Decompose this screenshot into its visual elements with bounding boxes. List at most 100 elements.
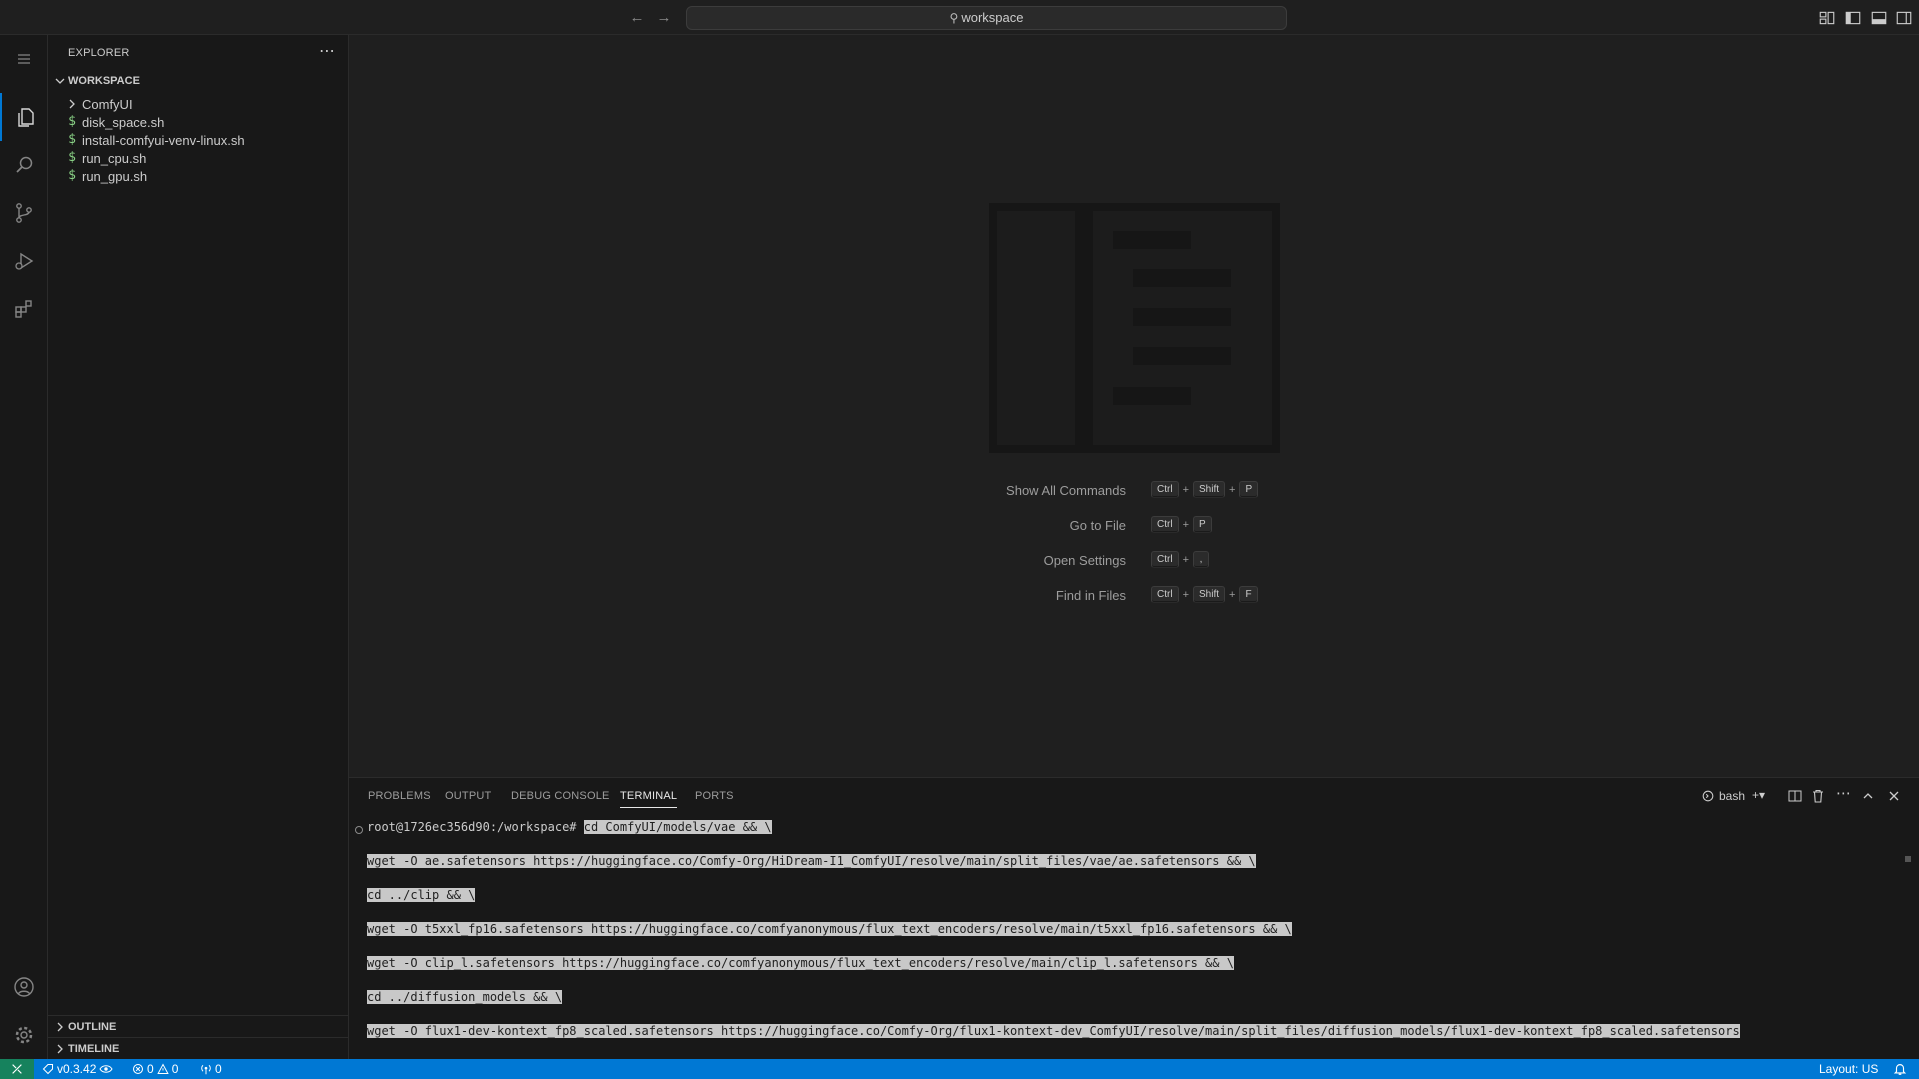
shortcut-row: Show All Commands Ctrl + Shift + P bbox=[349, 481, 1919, 501]
shortcut-label: Go to File bbox=[1069, 518, 1126, 533]
shortcut-row: Open Settings Ctrl + , bbox=[349, 551, 1919, 571]
chevron-right-icon bbox=[69, 99, 75, 109]
tree-item-label: install-comfyui-venv-linux.sh bbox=[82, 133, 245, 148]
key-cap: Ctrl bbox=[1151, 516, 1179, 533]
eye-icon bbox=[99, 1065, 113, 1073]
command-center-search[interactable]: ⚲ workspace bbox=[686, 6, 1287, 30]
keyboard-layout-status[interactable]: Layout: US bbox=[1819, 1062, 1878, 1076]
key-cap: Ctrl bbox=[1151, 586, 1179, 603]
problems-status[interactable]: 0 0 bbox=[132, 1062, 178, 1076]
back-arrow-icon[interactable]: ← bbox=[627, 8, 647, 28]
tree-item-label: run_cpu.sh bbox=[82, 151, 147, 166]
terminal-selector[interactable]: bash bbox=[1701, 788, 1745, 804]
key-cap: Shift bbox=[1193, 586, 1226, 603]
terminal-line: wget -O flux1-dev-kontext_fp8_scaled.saf… bbox=[367, 1023, 1740, 1039]
customize-layout-icon[interactable] bbox=[1818, 9, 1836, 27]
terminal-name: bash bbox=[1719, 789, 1746, 803]
chevron-down-icon bbox=[55, 78, 65, 84]
more-actions-icon[interactable]: ⋯ bbox=[1836, 784, 1851, 802]
forward-arrow-icon[interactable]: → bbox=[654, 8, 674, 28]
key-cap: , bbox=[1193, 551, 1209, 568]
activity-search[interactable] bbox=[0, 141, 48, 189]
key-cap: P bbox=[1239, 481, 1259, 498]
shell-file-icon: $ bbox=[68, 150, 76, 165]
activity-extensions[interactable] bbox=[0, 285, 48, 333]
chevron-right-icon bbox=[57, 1044, 63, 1054]
terminal-scrollbar[interactable] bbox=[1905, 856, 1911, 862]
tree-item-run-gpu[interactable]: $ run_gpu.sh bbox=[48, 165, 349, 187]
more-actions-icon[interactable]: ⋯ bbox=[319, 41, 335, 61]
files-icon bbox=[18, 108, 34, 127]
workspace-section-header[interactable]: WORKSPACE bbox=[48, 70, 349, 92]
activity-accounts[interactable] bbox=[0, 963, 48, 1011]
outline-section-header[interactable]: OUTLINE bbox=[48, 1015, 349, 1037]
terminal-command: cd ComfyUI/models/vae && \ bbox=[583, 820, 772, 834]
close-panel-icon[interactable] bbox=[1886, 788, 1902, 804]
new-terminal-plus-icon[interactable]: +▾ bbox=[1752, 788, 1765, 804]
outline-label: OUTLINE bbox=[68, 1021, 117, 1033]
vscode-window: ← → ⚲ workspace EXPLORER ⋯ WORKSPACE Com… bbox=[0, 0, 1919, 1079]
terminal-command: wget -O ae.safetensors https://huggingfa… bbox=[367, 854, 1256, 868]
editor-area: Show All Commands Ctrl + Shift + P Go to F… bbox=[349, 35, 1919, 777]
tab-problems[interactable]: PROBLEMS bbox=[368, 790, 431, 802]
terminal-icon bbox=[1702, 790, 1714, 802]
tree-item-label: run_gpu.sh bbox=[82, 169, 148, 184]
activity-bar bbox=[0, 35, 48, 1059]
toggle-panel-icon[interactable] bbox=[1870, 9, 1888, 27]
tab-ports[interactable]: PORTS bbox=[695, 790, 734, 802]
toggle-secondary-sidebar-icon[interactable] bbox=[1895, 9, 1913, 27]
tab-terminal[interactable]: TERMINAL bbox=[620, 790, 678, 808]
activity-run-debug[interactable] bbox=[0, 237, 48, 285]
explorer-sidebar: EXPLORER ⋯ WORKSPACE ComfyUI $ disk_spac… bbox=[48, 35, 349, 1059]
remote-icon bbox=[12, 1064, 22, 1074]
version-status[interactable]: v0.3.42 bbox=[42, 1062, 113, 1076]
toggle-primary-sidebar-icon[interactable] bbox=[1844, 9, 1862, 27]
ports-count: 0 bbox=[215, 1062, 222, 1076]
trash-icon[interactable] bbox=[1810, 788, 1826, 804]
key-cap: Ctrl bbox=[1151, 551, 1179, 568]
panel-tab-bar: PROBLEMS OUTPUT DEBUG CONSOLE TERMINAL P… bbox=[349, 778, 1919, 813]
terminal-prompt: root@1726ec356d90:/workspace# bbox=[367, 820, 577, 834]
warning-icon bbox=[156, 1063, 169, 1074]
terminal-output[interactable]: root@1726ec356d90:/workspace# cd ComfyUI… bbox=[349, 813, 1919, 1060]
ports-status[interactable]: 0 bbox=[200, 1062, 222, 1076]
maximize-panel-icon[interactable] bbox=[1860, 788, 1876, 804]
bell-icon[interactable] bbox=[1893, 1062, 1907, 1076]
terminal-line: cd ../diffusion_models && \ bbox=[367, 989, 563, 1005]
terminal-command: wget -O t5xxl_fp16.safetensors https://h… bbox=[367, 922, 1292, 936]
timeline-section-header[interactable]: TIMELINE bbox=[48, 1037, 349, 1059]
terminal-line: root@1726ec356d90:/workspace# cd ComfyUI… bbox=[367, 819, 772, 835]
activity-source-control[interactable] bbox=[0, 189, 48, 237]
status-bar: v0.3.42 0 0 0 Layout: US bbox=[0, 1059, 1919, 1079]
shortcut-row: Find in Files Ctrl + Shift + F bbox=[349, 586, 1919, 606]
tab-output[interactable]: OUTPUT bbox=[445, 790, 491, 802]
shell-file-icon: $ bbox=[68, 132, 76, 147]
shortcut-label: Open Settings bbox=[1043, 553, 1126, 568]
terminal-line: cd ../clip && \ bbox=[367, 887, 476, 903]
terminal-command: wget -O flux1-dev-kontext_fp8_scaled.saf… bbox=[367, 1024, 1740, 1038]
key-cap: Shift bbox=[1193, 481, 1226, 498]
split-terminal-icon[interactable] bbox=[1787, 788, 1803, 804]
error-count: 0 bbox=[147, 1062, 154, 1076]
hamburger-menu-icon bbox=[18, 54, 30, 64]
account-icon bbox=[14, 977, 34, 997]
command-decoration-icon bbox=[355, 826, 363, 834]
tab-debug-console[interactable]: DEBUG CONSOLE bbox=[511, 790, 610, 802]
menu-button[interactable] bbox=[0, 35, 48, 83]
shortcut-label: Find in Files bbox=[1055, 588, 1126, 603]
activity-explorer[interactable] bbox=[0, 93, 48, 141]
source-control-icon bbox=[16, 203, 32, 223]
shortcut-row: Go to File Ctrl + P bbox=[349, 516, 1919, 536]
search-icon bbox=[16, 156, 33, 173]
tree-item-label: disk_space.sh bbox=[82, 115, 165, 130]
terminal-line: wget -O t5xxl_fp16.safetensors https://h… bbox=[367, 921, 1292, 937]
key-cap: Ctrl bbox=[1151, 481, 1179, 498]
warning-count: 0 bbox=[171, 1062, 179, 1076]
remote-indicator[interactable] bbox=[0, 1059, 34, 1079]
activity-manage[interactable] bbox=[0, 1011, 48, 1059]
terminal-line: wget -O clip_l.safetensors https://huggi… bbox=[367, 955, 1234, 971]
tree-item-label: ComfyUI bbox=[82, 97, 133, 112]
shell-file-icon: $ bbox=[68, 114, 76, 129]
command-center-label: workspace bbox=[961, 10, 1024, 25]
shell-file-icon: $ bbox=[68, 168, 76, 183]
